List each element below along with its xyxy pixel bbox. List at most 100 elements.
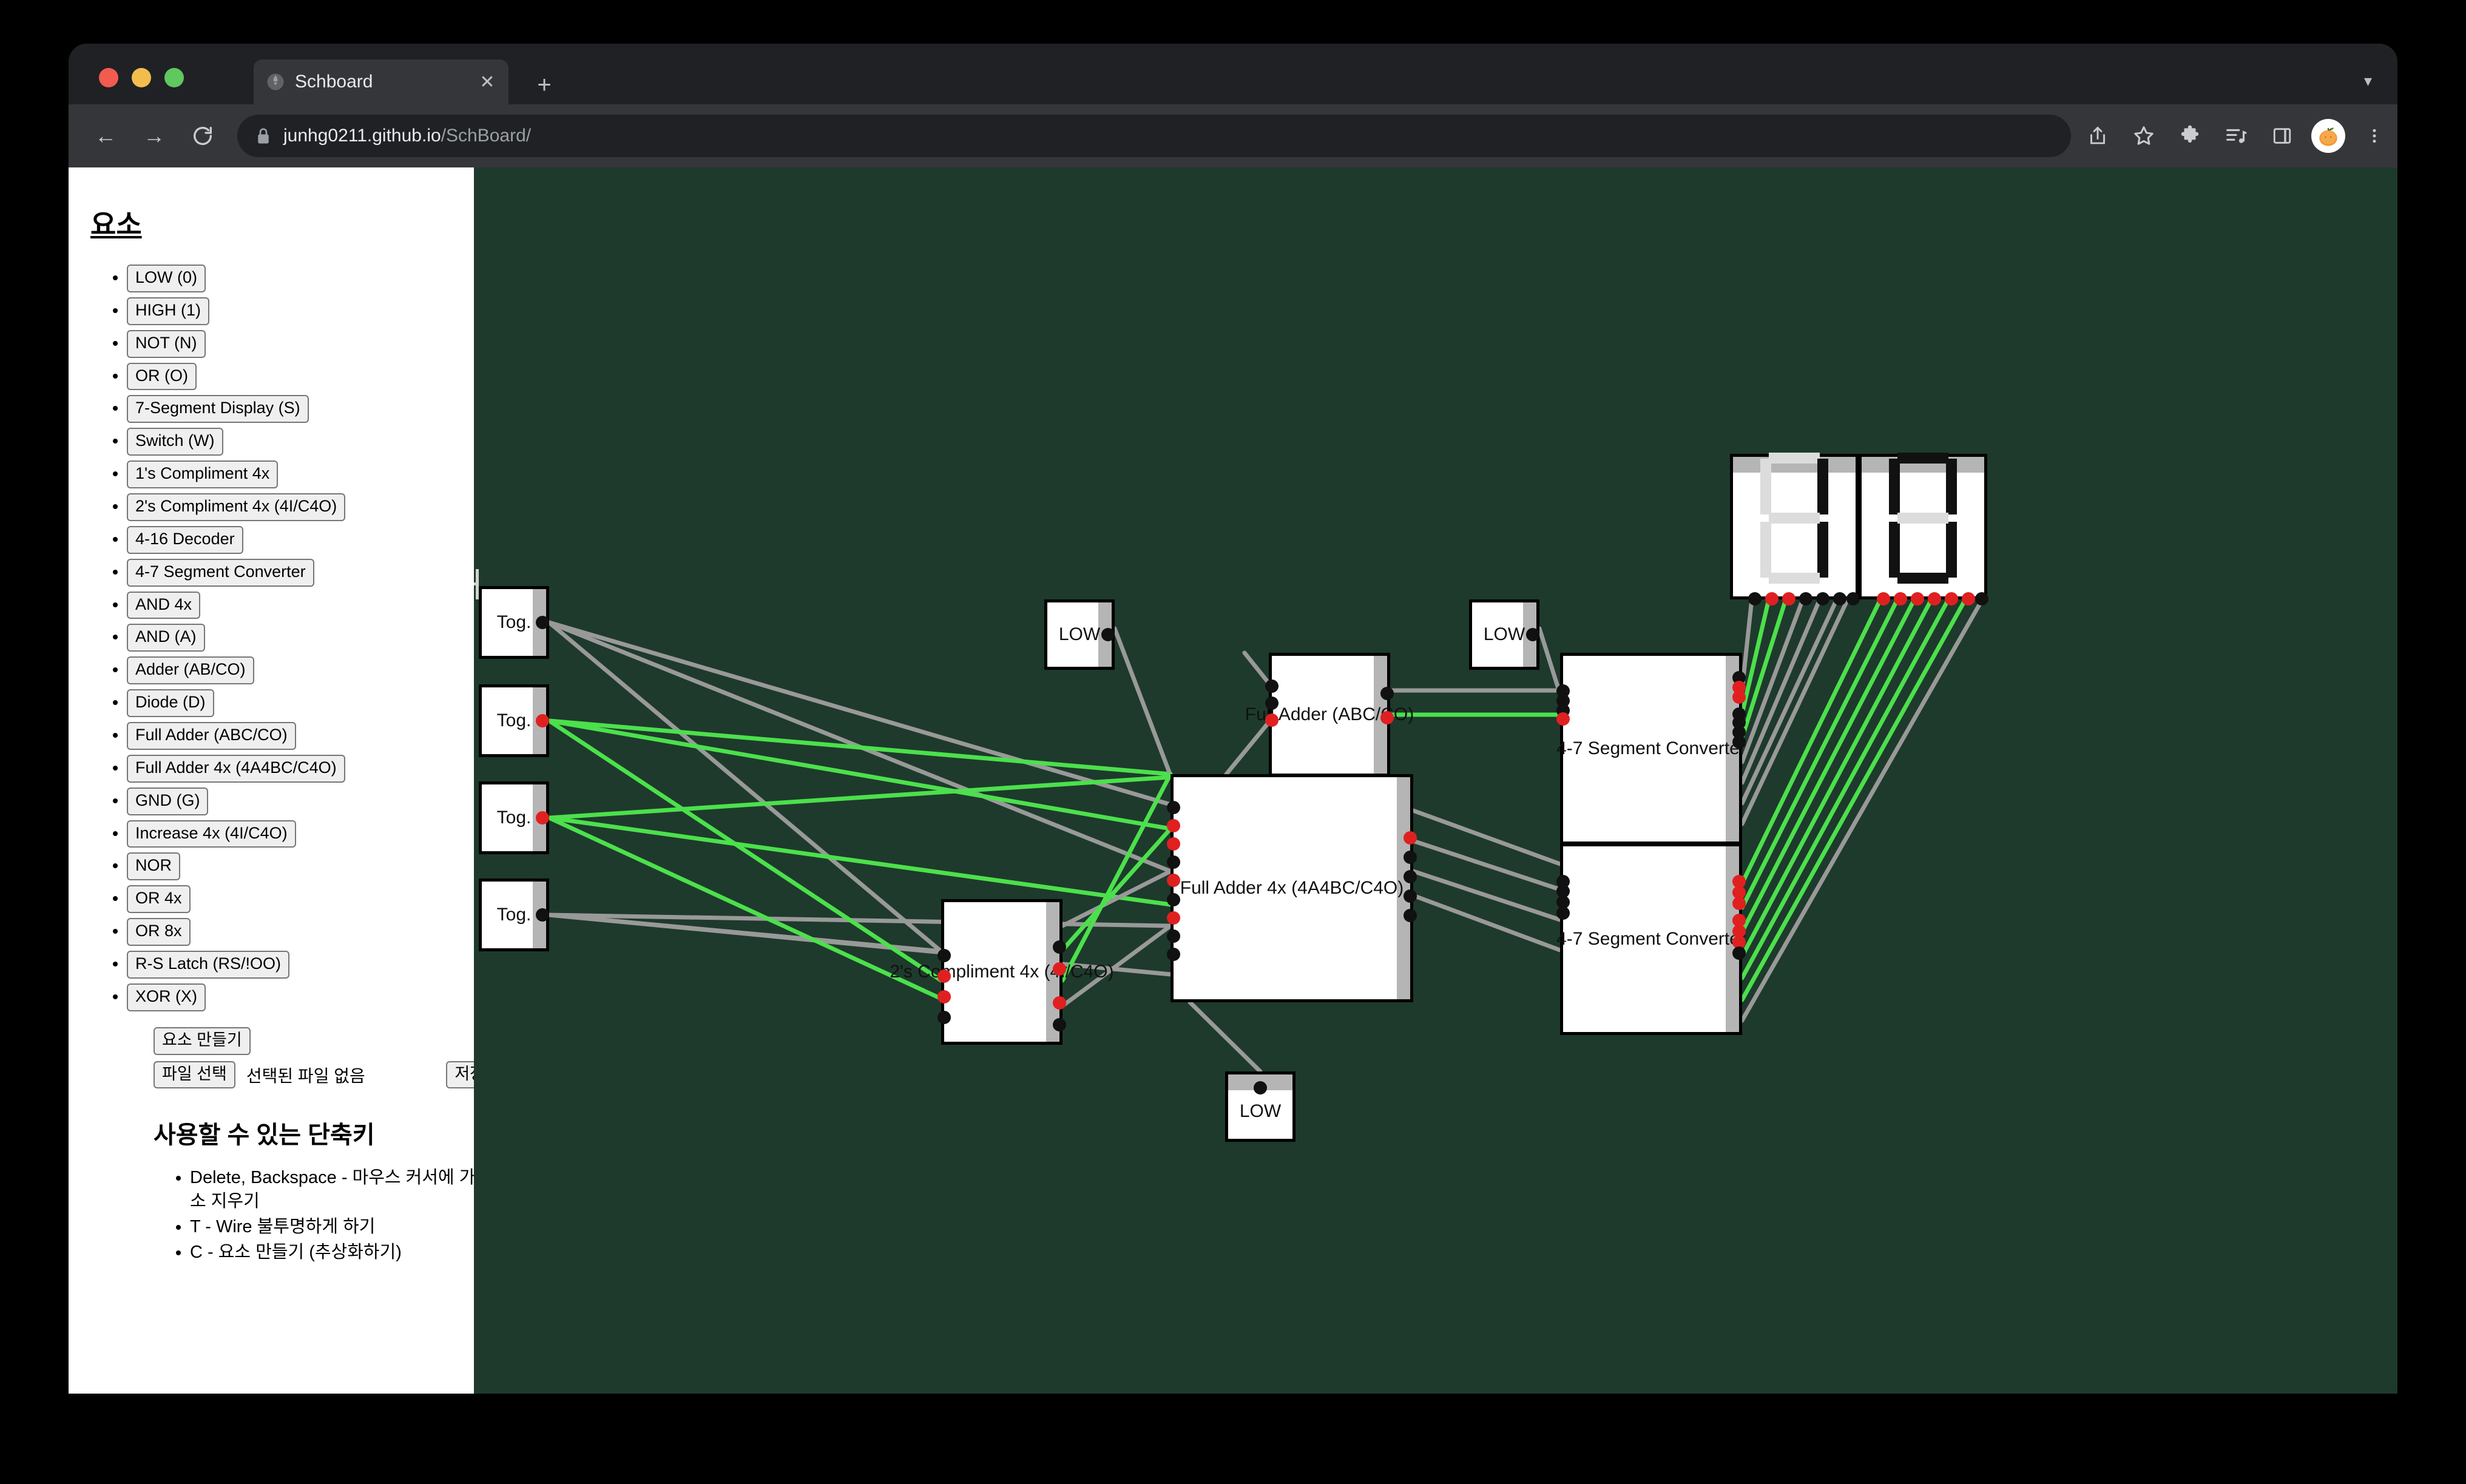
pin-input[interactable] <box>1911 592 1924 605</box>
pin-input[interactable] <box>1265 696 1279 710</box>
pin-input[interactable] <box>1167 874 1180 887</box>
pin-input[interactable] <box>1167 911 1180 925</box>
component-full-adder[interactable]: Full Adder (ABC/CO) <box>1245 653 1414 777</box>
pin-input[interactable] <box>1167 819 1180 832</box>
profile-avatar[interactable] <box>2311 119 2345 153</box>
part-button-xor[interactable]: XOR (X) <box>127 983 206 1011</box>
component-7segment-display-right[interactable] <box>1859 453 1988 605</box>
part-button-4-16-decoder[interactable]: 4-16 Decoder <box>127 525 243 554</box>
part-button-high[interactable]: HIGH (1) <box>127 297 209 325</box>
maximize-window-button[interactable] <box>164 68 184 87</box>
share-icon[interactable] <box>2075 113 2121 159</box>
component-low-a[interactable]: LOW <box>1044 599 1115 670</box>
bookmark-star-icon[interactable] <box>2121 113 2167 159</box>
part-button-diode[interactable]: Diode (D) <box>127 689 214 718</box>
pin-input[interactable] <box>937 990 951 1003</box>
pin-input[interactable] <box>1167 855 1180 869</box>
part-button-increase-4x[interactable]: Increase 4x (4I/C4O) <box>127 820 296 848</box>
component-low-b[interactable]: LOW <box>1469 599 1539 670</box>
pin-input[interactable] <box>1265 713 1279 727</box>
part-button-2s-compliment-4x[interactable]: 2's Compliment 4x (4I/C4O) <box>127 493 346 521</box>
pin-output[interactable] <box>1404 870 1417 883</box>
pin-input[interactable] <box>1167 893 1180 906</box>
component-toggle-2[interactable]: Tog. <box>479 684 549 757</box>
pin-output[interactable] <box>1404 831 1417 845</box>
pin-output[interactable] <box>1053 1018 1066 1031</box>
make-element-button[interactable]: 요소 만들기 <box>154 1027 251 1055</box>
pin-output[interactable] <box>1404 909 1417 922</box>
part-button-or-8x[interactable]: OR 8x <box>127 918 191 946</box>
pin-output[interactable] <box>1732 946 1746 960</box>
part-button-or[interactable]: OR (O) <box>127 362 197 391</box>
minimize-window-button[interactable] <box>132 68 151 87</box>
pin-output[interactable] <box>1404 889 1417 903</box>
schematic-canvas[interactable]: Tog. Tog. Tog. Tog. LOW LOW LOW 2's Comp… <box>474 167 2397 1394</box>
part-button-adder[interactable]: Adder (AB/CO) <box>127 656 254 685</box>
pin-input[interactable] <box>937 970 951 983</box>
pin-output[interactable] <box>1053 996 1066 1010</box>
pin-input[interactable] <box>1799 592 1812 605</box>
component-2s-compliment-4x[interactable]: 2's Compliment 4x (4I/C4O) <box>890 899 1114 1045</box>
component-4-7-segment-converter-top[interactable]: 4-7 Segment Converter <box>1556 653 1746 845</box>
pin-output[interactable] <box>1380 687 1394 700</box>
pin-output[interactable] <box>1732 690 1746 704</box>
pin-input[interactable] <box>1782 592 1795 605</box>
part-button-or-4x[interactable]: OR 4x <box>127 885 191 914</box>
choose-file-button[interactable]: 파일 선택 <box>154 1061 235 1089</box>
arrow-left-icon[interactable]: ← <box>87 117 124 155</box>
pin-output[interactable] <box>1053 962 1066 976</box>
component-full-adder-4x[interactable]: Full Adder 4x (4A4BC/C4O) <box>1167 774 1417 1002</box>
pin-input[interactable] <box>1167 801 1180 814</box>
part-button-1s-compliment-4x[interactable]: 1's Compliment 4x <box>127 460 279 489</box>
pin-output[interactable] <box>1732 735 1746 749</box>
component-low-c[interactable]: LOW <box>1225 1071 1295 1142</box>
pin-output[interactable] <box>536 908 549 922</box>
part-button-full-adder[interactable]: Full Adder (ABC/CO) <box>127 722 296 750</box>
pin-input[interactable] <box>1833 592 1846 605</box>
part-button-and-4x[interactable]: AND 4x <box>127 591 201 619</box>
pin-output[interactable] <box>1526 628 1539 641</box>
pin-input[interactable] <box>1556 712 1570 726</box>
pin-output[interactable] <box>536 714 549 727</box>
side-panel-icon[interactable] <box>2259 113 2305 159</box>
pin-output[interactable] <box>536 811 549 825</box>
chrome-menu-icon[interactable] <box>2351 113 2397 159</box>
extensions-puzzle-icon[interactable] <box>2167 113 2213 159</box>
pin-output[interactable] <box>1380 711 1394 724</box>
pin-input[interactable] <box>1945 592 1958 605</box>
pin-input[interactable] <box>1167 929 1180 943</box>
browser-tab[interactable]: Schboard ✕ <box>254 59 508 104</box>
chevron-down-icon[interactable]: ▾ <box>2364 72 2372 90</box>
reload-icon[interactable] <box>184 117 221 155</box>
pin-input[interactable] <box>1265 680 1279 693</box>
plus-icon[interactable]: + <box>530 70 559 99</box>
pin-output[interactable] <box>1101 628 1115 641</box>
part-button-4-7-segment-converter[interactable]: 4-7 Segment Converter <box>127 558 314 587</box>
pin-output[interactable] <box>1254 1081 1267 1094</box>
component-toggle-4[interactable]: Tog. <box>479 879 549 951</box>
part-button-7segment-display[interactable]: 7-Segment Display (S) <box>127 395 309 423</box>
component-toggle-1[interactable]: Tog. <box>479 586 549 659</box>
pin-input[interactable] <box>1167 837 1180 851</box>
part-button-and[interactable]: AND (A) <box>127 624 205 652</box>
pin-output[interactable] <box>1404 851 1417 864</box>
part-button-not[interactable]: NOT (N) <box>127 329 206 358</box>
pin-input[interactable] <box>1816 592 1829 605</box>
pin-input[interactable] <box>1765 592 1779 605</box>
pin-output[interactable] <box>536 616 549 629</box>
save-button[interactable]: 저장 <box>446 1061 474 1089</box>
part-button-rs-latch[interactable]: R-S Latch (RS/!OO) <box>127 951 290 979</box>
pin-input[interactable] <box>1975 592 1988 605</box>
media-playlist-icon[interactable] <box>2213 113 2259 159</box>
component-7segment-display-left[interactable] <box>1730 453 1860 605</box>
part-button-gnd[interactable]: GND (G) <box>127 787 209 815</box>
part-button-full-adder-4x[interactable]: Full Adder 4x (4A4BC/C4O) <box>127 754 345 783</box>
component-4-7-segment-converter-bottom[interactable]: 4-7 Segment Converter <box>1556 843 1746 1035</box>
pin-input[interactable] <box>1877 592 1890 605</box>
part-button-nor[interactable]: NOR <box>127 852 180 881</box>
close-window-button[interactable] <box>99 68 118 87</box>
pin-input[interactable] <box>937 1011 951 1024</box>
pin-input[interactable] <box>1928 592 1941 605</box>
pin-input[interactable] <box>1748 592 1762 605</box>
arrow-right-icon[interactable]: → <box>135 117 173 155</box>
